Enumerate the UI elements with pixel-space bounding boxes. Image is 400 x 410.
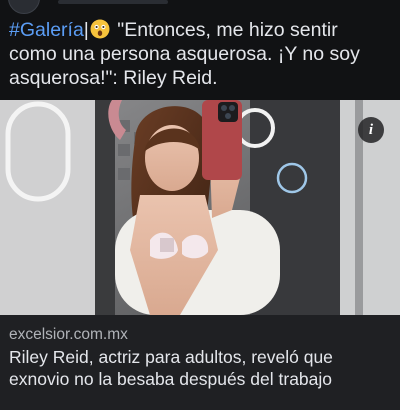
page-avatar[interactable] <box>8 0 40 14</box>
info-icon[interactable]: i <box>358 117 384 143</box>
hashtag-link[interactable]: #Galería <box>9 19 84 41</box>
link-headline[interactable]: Riley Reid, actriz para adultos, reveló … <box>9 346 394 390</box>
mirror-selfie-image <box>0 100 400 315</box>
link-preview-card[interactable]: excelsior.com.mx Riley Reid, actriz para… <box>0 315 400 410</box>
caption-separator: | <box>83 19 89 41</box>
post-photo[interactable]: i <box>0 100 400 315</box>
post-caption: #Galería| "Entonces, me hizo sentir como… <box>9 18 389 90</box>
astonished-face-emoji-icon <box>90 19 110 39</box>
feed-post: #Galería| "Entonces, me hizo sentir como… <box>0 0 400 410</box>
post-meta-remnant <box>58 0 168 4</box>
post-header-remnant <box>0 0 400 14</box>
link-domain: excelsior.com.mx <box>9 326 128 343</box>
